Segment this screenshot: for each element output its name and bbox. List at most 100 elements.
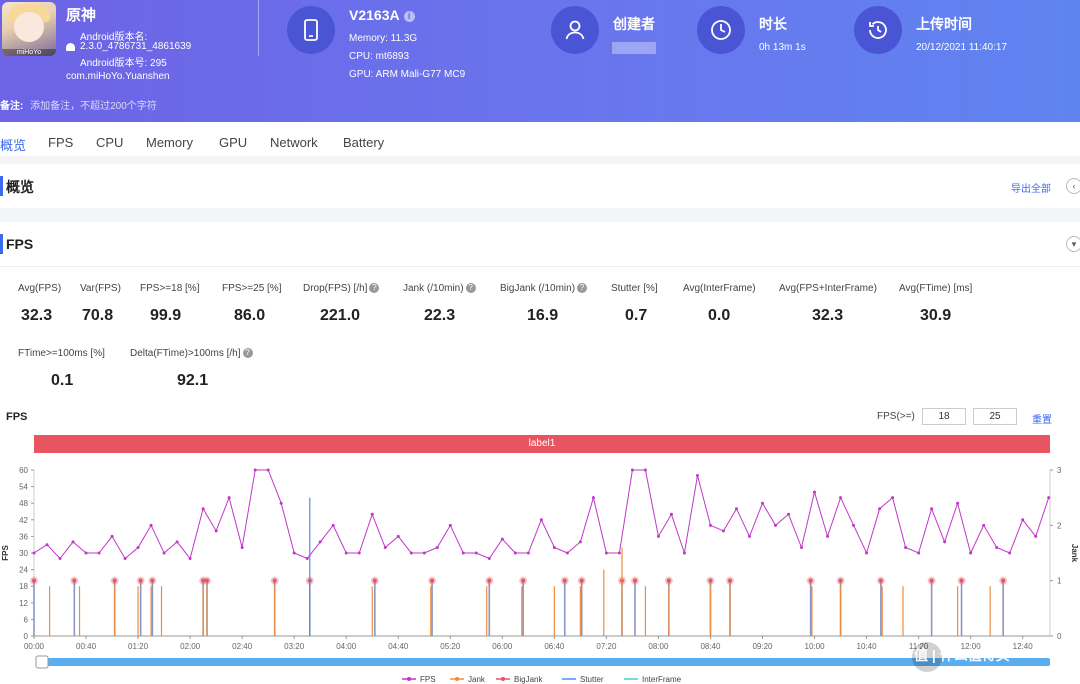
fps-card-title: FPS xyxy=(6,236,34,252)
stat-row1-value: 221.0 xyxy=(320,307,361,324)
stat-row1-label: FPS>=18 [%] xyxy=(140,283,200,294)
threshold-input-1[interactable]: 18 xyxy=(922,408,966,425)
zoom-slider-track[interactable] xyxy=(42,658,1050,666)
fps-point xyxy=(292,551,296,555)
fps-point xyxy=(917,551,921,555)
duration-value: 0h 13m 1s xyxy=(759,42,806,53)
export-all-link[interactable]: 导出全部 xyxy=(1011,180,1051,195)
fps-point xyxy=(826,534,830,538)
y-tick-label: 12 xyxy=(19,599,28,608)
fps-point xyxy=(71,540,75,544)
tab-battery[interactable]: Battery xyxy=(343,135,384,150)
fps-point xyxy=(110,534,114,538)
fps-point xyxy=(45,543,49,547)
fps-point xyxy=(123,557,127,561)
fps-point xyxy=(448,523,452,527)
help-icon[interactable]: ? xyxy=(577,283,588,294)
bigjank-marker xyxy=(838,578,843,583)
y2-tick-label: 3 xyxy=(1057,466,1062,475)
x-tick-label: 06:40 xyxy=(544,642,565,651)
fps-point xyxy=(656,534,660,538)
y-axis-label: FPS xyxy=(1,545,10,561)
stat-row1-label: Avg(FTime) [ms] xyxy=(899,283,973,294)
y-tick-label: 18 xyxy=(19,582,28,591)
legend-marker xyxy=(455,677,459,681)
legend-label: Jank xyxy=(468,675,486,684)
tab-fps[interactable]: FPS xyxy=(48,135,73,150)
y-tick-label: 48 xyxy=(19,499,28,508)
fps-point xyxy=(1008,551,1012,555)
x-tick-label: 04:00 xyxy=(336,642,357,651)
bigjank-marker xyxy=(1001,578,1006,583)
android-icon xyxy=(66,43,75,51)
y-tick-label: 54 xyxy=(19,483,28,492)
fps-point xyxy=(97,551,101,555)
x-tick-label: 02:00 xyxy=(180,642,201,651)
fps-point xyxy=(396,534,400,538)
reset-link[interactable]: 重置 xyxy=(1032,411,1052,426)
fps-card-divider xyxy=(0,266,1080,267)
fps-point xyxy=(747,534,751,538)
remark-row[interactable]: 备注: 添加备注，不超过200个字符 xyxy=(0,97,157,112)
remark-label: 备注: xyxy=(0,101,24,112)
legend-label: Stutter xyxy=(580,675,604,684)
watermark-text: 值 | 什么值得买 xyxy=(914,647,1010,663)
stat-row2-label: FTime>=100ms [%] xyxy=(18,348,105,359)
help-icon[interactable]: ? xyxy=(369,283,380,294)
bigjank-marker xyxy=(808,578,813,583)
tab-cpu[interactable]: CPU xyxy=(96,135,123,150)
bigjank-marker xyxy=(112,578,117,583)
stat-row1-label: Var(FPS) xyxy=(80,283,121,294)
bigjank-marker xyxy=(430,578,435,583)
x-tick-label: 12:40 xyxy=(1013,642,1034,651)
tab-gpu[interactable]: GPU xyxy=(219,135,247,150)
fps-point xyxy=(279,501,283,505)
help-icon[interactable]: ? xyxy=(242,348,253,359)
expand-fps-button[interactable]: ▾ xyxy=(1066,236,1080,252)
fps-point xyxy=(734,507,738,511)
fps-point xyxy=(539,518,543,522)
stat-row1-value: 0.7 xyxy=(625,307,648,324)
tab-overview[interactable]: 概览 xyxy=(0,135,26,154)
threshold-input-2[interactable]: 25 xyxy=(973,408,1017,425)
x-tick-label: 01:20 xyxy=(128,642,149,651)
fps-point xyxy=(956,501,960,505)
stat-row1-value: 86.0 xyxy=(234,307,266,324)
fps-point xyxy=(865,551,869,555)
stat-row1-label: Avg(InterFrame) xyxy=(683,283,756,294)
collapse-sidebar-button[interactable]: ‹ xyxy=(1066,178,1080,194)
fps-point xyxy=(695,474,699,478)
zoom-slider-handle[interactable] xyxy=(35,655,49,669)
stat-row2-value: 0.1 xyxy=(51,372,74,389)
stat-row1-label: Avg(FPS+InterFrame) xyxy=(779,283,877,294)
fps-point xyxy=(201,507,205,511)
fps-point xyxy=(474,551,478,555)
tab-memory[interactable]: Memory xyxy=(146,135,193,150)
fps-chart-caption: FPS xyxy=(6,411,28,423)
fps-point xyxy=(617,551,621,555)
fps-point xyxy=(1021,518,1025,522)
tab-network[interactable]: Network xyxy=(270,135,318,150)
fps-point xyxy=(708,523,712,527)
fps-point xyxy=(162,551,166,555)
fps-point xyxy=(591,496,595,500)
app-icon-tag: miHoYo xyxy=(2,49,56,56)
fps-point xyxy=(630,468,634,472)
fps-point xyxy=(175,540,179,544)
fps-point xyxy=(774,523,778,527)
label-bar[interactable]: label1 xyxy=(34,435,1050,453)
bigjank-marker xyxy=(562,578,567,583)
y-tick-label: 60 xyxy=(19,466,28,475)
remark-input[interactable]: 添加备注，不超过200个字符 xyxy=(30,101,157,112)
help-icon[interactable]: ? xyxy=(465,283,476,294)
y-tick-label: 6 xyxy=(24,615,29,624)
fps-point xyxy=(383,545,387,549)
info-icon[interactable]: i xyxy=(403,10,415,22)
bigjank-marker xyxy=(272,578,277,583)
bigjank-marker xyxy=(487,578,492,583)
x-tick-label: 02:40 xyxy=(232,642,253,651)
fps-point xyxy=(487,557,491,561)
bigjank-marker xyxy=(138,578,143,583)
fps-point xyxy=(878,507,882,511)
fps-point xyxy=(435,545,439,549)
